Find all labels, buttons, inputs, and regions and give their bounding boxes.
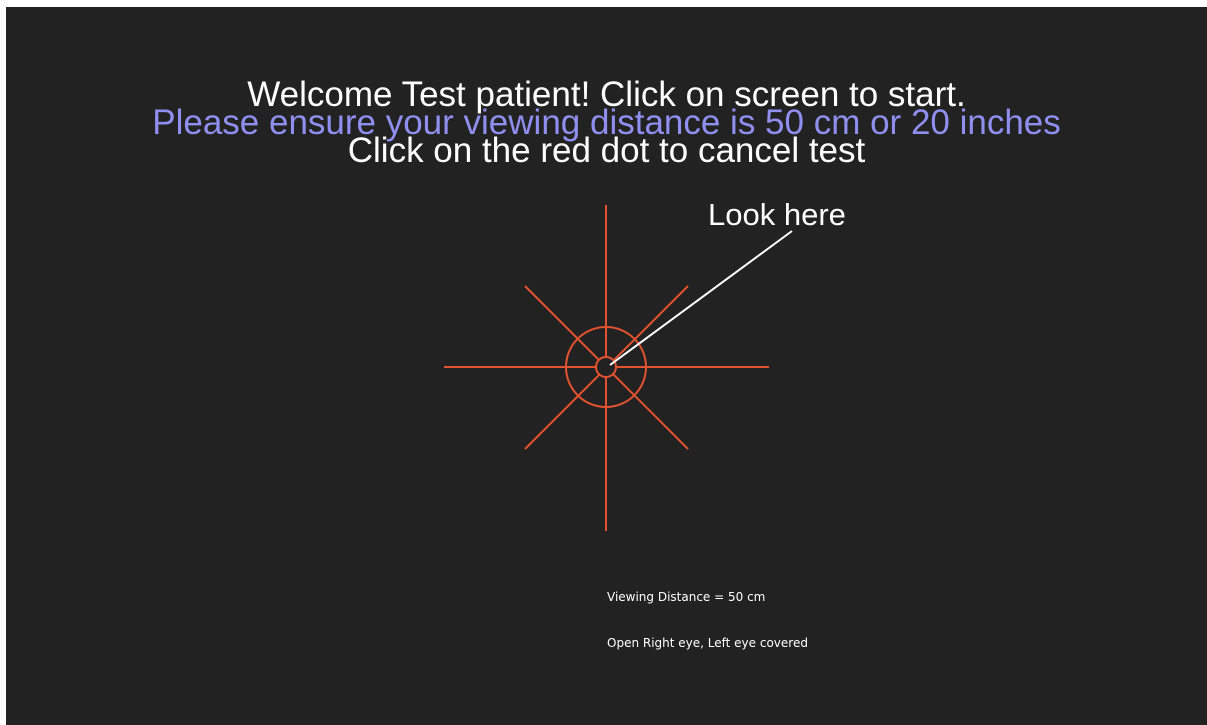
red-dot	[595, 356, 617, 378]
look-here-pointer-line	[609, 230, 793, 366]
test-screen[interactable]: Welcome Test patient! Click on screen to…	[6, 7, 1207, 725]
cancel-instruction: Click on the red dot to cancel test	[347, 131, 866, 170]
eye-instruction: Open Right eye, Left eye covered	[607, 636, 808, 650]
viewing-distance-readout: Viewing Distance = 50 cm	[607, 590, 766, 604]
look-here-label: Look here	[708, 197, 846, 232]
